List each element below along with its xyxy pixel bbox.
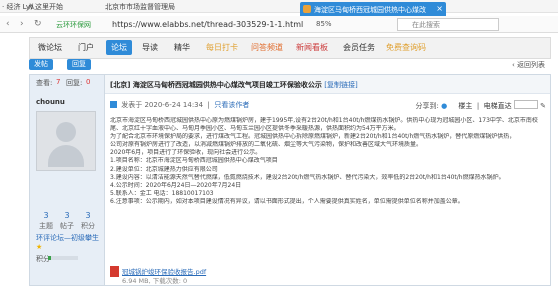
nav-item-checkin[interactable]: 每日打卡 [206, 42, 238, 53]
url-input[interactable]: https://www.elabbs.net/thread-303529-1-1… [112, 20, 303, 29]
nav-item-free-query[interactable]: 免费查询码 [386, 42, 426, 53]
copy-link-button[interactable]: [复制链接] [324, 81, 357, 89]
post-paragraph: 6.注意事项：公示期内，如对本项目建设情况有异议，请以书面形式提出，个人需要提供… [110, 197, 464, 205]
post-paragraph: 1.项目名称：北京市海淀区马甸桥西冠城园供热中心煤改气项目 [110, 157, 278, 165]
thread-post: 查看: 7 回复: 0 chounu 3 3 3 主题 帖子 积分 环评论坛—初… [29, 74, 551, 286]
author-stat-label: 积分 [81, 222, 95, 230]
thread-title: [北京] 海淀区马甸桥西冠城园供热中心煤改气项目竣工环保验收公示 [复制链接] [110, 80, 358, 90]
search-input[interactable]: 在此搜索 [397, 18, 499, 31]
browser-tab[interactable]: 海淀区马甸桥西冠城园供热中心煤改 × [300, 2, 446, 16]
tab-title: 海淀区马甸桥西冠城园供热中心煤改 [314, 6, 426, 14]
back-arrow-icon[interactable]: ‹ [6, 19, 10, 29]
view-author-link[interactable]: 只看该作者 [214, 101, 249, 109]
nav-item-weiforum[interactable]: 微论坛 [38, 42, 62, 53]
thread-tag[interactable]: [北京] [110, 81, 130, 89]
nav-item-forum[interactable]: 论坛 [106, 40, 132, 55]
nav-item-guide[interactable]: 导读 [142, 42, 158, 53]
points-progress [48, 256, 78, 260]
nav-item-qa[interactable]: 问答频道 [251, 42, 283, 53]
close-icon[interactable]: × [436, 4, 443, 13]
jump-to-floor-label[interactable]: 电梯直达 [484, 102, 512, 110]
views-count: 7 [56, 78, 61, 86]
zoom-level[interactable]: 85% [316, 20, 332, 28]
avatar[interactable] [36, 111, 96, 171]
favorites-bar: · 经济 Lyt 从这里开始 北京市市场监督管理局 [0, 0, 558, 13]
tab-favicon [303, 5, 311, 13]
post-paragraph: 2020年6月，项目进行了环保验收，现向社会进行公示。 [110, 149, 262, 157]
pdf-file-icon [110, 266, 119, 277]
post-icon [110, 101, 117, 108]
post-body: 北京市海淀区马甸桥西冠城园供热中心原为燃煤锅炉房，建于1995年,设有2台20t… [110, 117, 544, 206]
back-to-list-link[interactable]: ‹ 返回列表 [512, 60, 545, 70]
share-label: 分享到: [415, 102, 439, 110]
post-paragraph: 为了配合北京市环境保护局的要求，进行煤改气工程。冠城园供热中心拆除原燃煤锅炉，新… [110, 133, 516, 141]
nav-item-tasks[interactable]: 会员任务 [343, 42, 375, 53]
post-paragraph: 北京市海淀区马甸桥西冠城园供热中心原为燃煤锅炉房，建于1995年,设有2台20t… [110, 117, 538, 124]
post-share: 分享到: ● 楼主 | 电梯直达 ✎ [415, 100, 546, 110]
replies-label: 回复: [66, 79, 83, 87]
nav-item-portal[interactable]: 门户 [78, 42, 94, 53]
forward-arrow-icon[interactable]: › [20, 19, 24, 29]
address-bar: ‹ › ↻ 云环环保网 https://www.elabbs.net/threa… [0, 16, 558, 33]
post-paragraph: 3.建设内容：以清洁能源天然气替代燃煤，低氮燃烧技术，建设2台20t/h燃气热水… [110, 173, 505, 181]
nav-item-news[interactable]: 新闻看板 [296, 42, 328, 53]
post-meta: 发表于 2020-6-24 14:34 | 只看该作者 [110, 100, 249, 110]
floor-input[interactable] [513, 100, 538, 109]
refresh-icon[interactable]: ↻ [34, 19, 42, 29]
post-paragraph: 2.建设单位：北京城建热力供应有限公司 [110, 165, 218, 173]
action-row: 发帖 回复 ‹ 返回列表 [29, 57, 549, 73]
user-group[interactable]: 环评论坛—初级攀生 [36, 233, 99, 243]
floor-label: 楼主 [458, 102, 473, 110]
nav-item-featured[interactable]: 精华 [174, 42, 190, 53]
favorite-item[interactable]: 从这里开始 [28, 2, 63, 12]
author-name[interactable]: chounu [36, 98, 65, 106]
site-nav: 微论坛 门户 论坛 导读 精华 每日打卡 问答频道 新闻看板 会员任务 免费查询… [29, 37, 551, 59]
replies-count: 0 [86, 78, 91, 86]
post-content: 发表于 2020-6-24 14:34 | 只看该作者 分享到: ● 楼主 | … [110, 93, 548, 285]
post-paragraph: 尾、北京红十字血液中心、马甸月季园小区、马甸玉兰园小区提供冬季采暖热源，供热面积… [110, 125, 400, 133]
thread-title-bar: [北京] 海淀区马甸桥西冠城园供热中心煤改气项目竣工环保验收公示 [复制链接] [105, 75, 550, 94]
post-paragraph: 4.公示时间：2020年6月24日—2020年7月24日 [110, 181, 242, 189]
pencil-icon[interactable]: ✎ [540, 102, 546, 110]
author-column: 查看: 7 回复: 0 chounu 3 3 3 主题 帖子 积分 环评论坛—初… [30, 75, 105, 285]
star-icon: ★ [36, 243, 44, 251]
thread-title-text: 海淀区马甸桥西冠城园供热中心煤改气项目竣工环保验收公示 [132, 81, 322, 89]
post-paragraph: 5.联系人：金工 电话：18810017103 [110, 189, 214, 197]
publish-button[interactable]: 发帖 [29, 59, 53, 70]
author-stat-value[interactable]: 3 [76, 211, 100, 220]
posted-at: 发表于 2020-6-24 14:34 [121, 101, 204, 109]
post-paragraph: 公司对原有锅炉房进行了改造，以消减燃煤锅炉排放的二氧化硫、烟尘等大气污染物，保护… [110, 141, 423, 149]
share-icon[interactable]: ● [441, 102, 447, 110]
favorite-item[interactable]: 北京市市场监督管理局 [105, 2, 175, 12]
views-label: 查看: [36, 79, 53, 87]
reply-button[interactable]: 回复 [67, 59, 91, 70]
site-logo[interactable]: 云环环保网 [56, 20, 91, 30]
